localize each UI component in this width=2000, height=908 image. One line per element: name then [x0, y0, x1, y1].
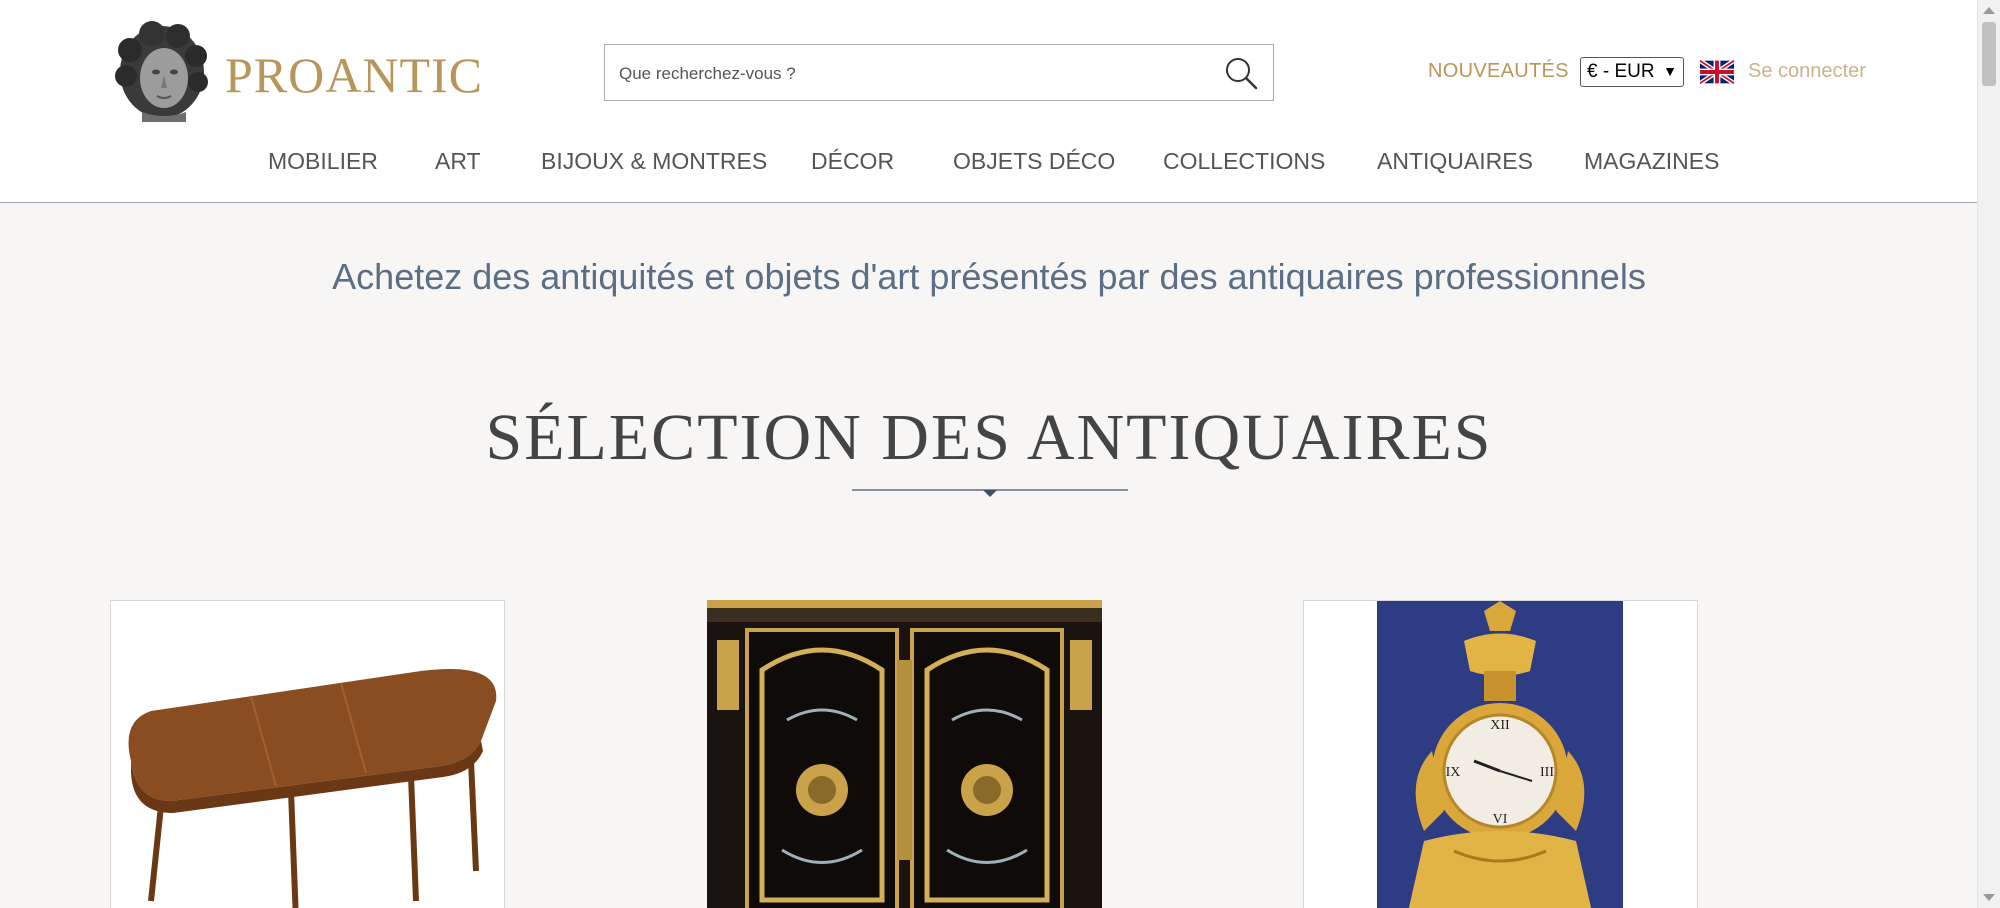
product-card[interactable]: XII III VI IX [1303, 600, 1698, 908]
svg-text:IX: IX [1446, 765, 1461, 780]
scroll-down-icon[interactable] [1983, 894, 1995, 901]
section-title: SÉLECTION DES ANTIQUAIRES [485, 401, 1493, 474]
boulle-cabinet-image [707, 600, 1102, 908]
nav-item-magazines[interactable]: MAGAZINES [1584, 148, 1719, 175]
nav-item-antiquaires[interactable]: ANTIQUAIRES [1377, 148, 1533, 175]
brand-name[interactable]: PROANTIC [225, 46, 483, 104]
currency-select[interactable]: € - EUR ▼ [1580, 57, 1684, 87]
search-box [604, 44, 1274, 101]
page-scrollbar[interactable] [1977, 0, 2000, 908]
main-nav: MOBILIER ART BIJOUX & MONTRES DÉCOR OBJE… [0, 148, 1978, 188]
svg-text:VI: VI [1493, 812, 1508, 827]
nav-item-art[interactable]: ART [435, 148, 481, 175]
page: PROANTIC NOUVEAUTÉS € - EUR ▼ Se connect… [0, 0, 2000, 908]
nav-item-collections[interactable]: COLLECTIONS [1163, 148, 1325, 175]
scroll-up-icon[interactable] [1983, 7, 1995, 14]
currency-value: € - EUR [1587, 61, 1655, 82]
nav-item-bijoux-montres[interactable]: BIJOUX & MONTRES [541, 148, 767, 175]
page-tagline: Achetez des antiquités et objets d'art p… [332, 256, 1646, 297]
search-icon[interactable] [1223, 55, 1259, 91]
product-card[interactable] [707, 600, 1102, 908]
nav-item-mobilier[interactable]: MOBILIER [268, 148, 378, 175]
nav-item-objets-deco[interactable]: OBJETS DÉCO [953, 148, 1115, 175]
site-header: PROANTIC NOUVEAUTÉS € - EUR ▼ Se connect… [0, 0, 1978, 203]
login-link[interactable]: Se connecter [1748, 60, 1866, 83]
svg-text:III: III [1540, 765, 1554, 780]
product-card[interactable] [110, 600, 505, 908]
scrollbar-thumb[interactable] [1982, 22, 1996, 86]
uk-flag-icon[interactable] [1700, 60, 1734, 84]
logo-bust-icon[interactable] [112, 20, 208, 122]
title-divider [852, 489, 1128, 497]
new-arrivals-link[interactable]: NOUVEAUTÉS [1428, 60, 1569, 83]
gilt-bronze-clock-image: XII III VI IX [1304, 601, 1697, 908]
chevron-down-icon: ▼ [1663, 63, 1677, 79]
search-input[interactable] [617, 57, 1181, 91]
svg-text:XII: XII [1490, 718, 1510, 733]
nav-item-decor[interactable]: DÉCOR [811, 148, 894, 175]
oval-wooden-table-image [111, 601, 504, 908]
